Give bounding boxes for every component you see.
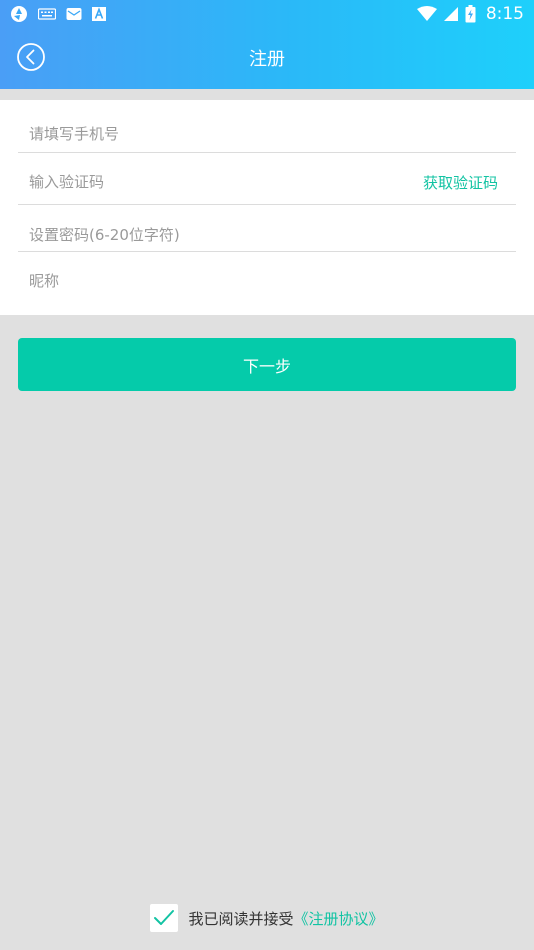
wifi-icon (416, 6, 437, 22)
code-field: 获取验证码 (18, 160, 516, 204)
mail-icon (66, 7, 82, 21)
agreement-link[interactable]: 《注册协议》 (294, 908, 384, 929)
keyboard-icon (38, 8, 56, 20)
get-code-button[interactable]: 获取验证码 (423, 172, 516, 193)
register-form: 获取验证码 (0, 100, 534, 315)
font-a-icon (92, 7, 106, 21)
agreement-text: 我已阅读并接受 (188, 909, 294, 928)
agreement-row: 我已阅读并接受 《注册协议》 (0, 903, 534, 933)
signal-icon (443, 6, 459, 22)
agree-checkbox[interactable] (150, 904, 179, 932)
phone-field (18, 114, 516, 154)
password-input[interactable] (18, 214, 378, 256)
back-button[interactable] (16, 42, 46, 72)
nickname-field (18, 260, 516, 302)
code-input[interactable] (18, 160, 378, 204)
status-right-icons: 8:15 (416, 4, 524, 24)
back-circle-icon (16, 42, 46, 72)
nickname-input[interactable] (18, 260, 378, 302)
divider (18, 251, 516, 252)
divider (18, 204, 516, 205)
battery-icon (465, 5, 476, 23)
page-title: 注册 (249, 49, 285, 70)
status-time: 8:15 (485, 4, 524, 24)
next-step-button[interactable]: 下一步 (18, 338, 516, 391)
check-icon (153, 909, 175, 927)
status-bar: 8:15 (0, 0, 534, 28)
app-header: 8:15 注册 (0, 0, 534, 89)
status-left-icons (10, 5, 106, 23)
divider (18, 152, 516, 153)
nav-bar: 注册 (0, 30, 534, 86)
aperture-icon (10, 5, 28, 23)
phone-input[interactable] (18, 114, 378, 154)
password-field (18, 214, 516, 256)
